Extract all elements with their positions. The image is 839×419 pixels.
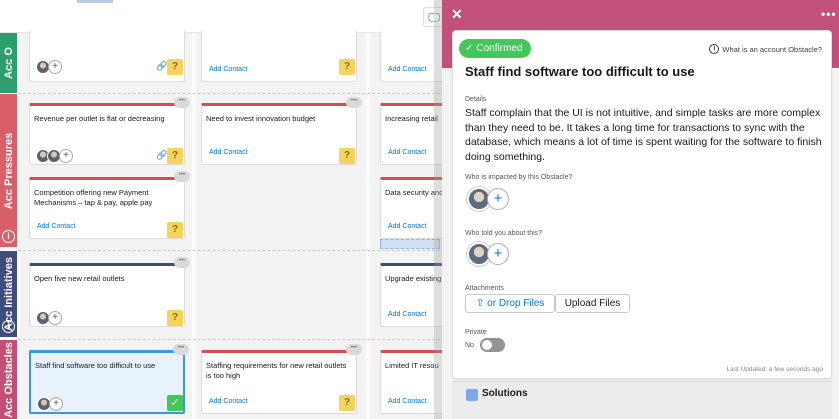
drop-files-button[interactable]: ⇧ or Drop Files	[465, 294, 555, 313]
last-updated: Last Updated: a few seconds ago	[726, 366, 823, 373]
card-menu-button[interactable]: •••	[174, 97, 190, 108]
add-contact-link[interactable]: Add Contact	[209, 149, 248, 156]
attachment-icon: 🔗	[156, 150, 168, 160]
card-menu-button[interactable]: •••	[173, 344, 189, 355]
upload-icon: ⇧	[476, 298, 485, 309]
add-contact-link[interactable]: Add Contact	[37, 223, 76, 230]
help-link[interactable]: i What is an account Obstacle?	[709, 44, 822, 54]
unconfirmed-icon[interactable]: ?	[167, 310, 183, 326]
info-icon: i	[709, 44, 720, 54]
solutions-section[interactable]: Solutions	[452, 381, 832, 419]
obstacle-card[interactable]: ••• Staffing requirements for new retail…	[201, 344, 362, 414]
lane-info-icon[interactable]: i	[2, 230, 15, 243]
private-toggle[interactable]	[480, 338, 505, 352]
lane-divider	[18, 339, 450, 340]
obstacle-card-selected[interactable]: ••• Staff find software too difficult to…	[29, 344, 189, 414]
solutions-icon	[466, 389, 478, 401]
unconfirmed-icon[interactable]: ?	[167, 59, 183, 75]
status-badge[interactable]: ✓ Confirmed	[459, 39, 531, 58]
pressure-card[interactable]: ••• Need to invest innovation budget Add…	[201, 97, 362, 165]
card-title: Competition offering new Payment Mechani…	[34, 188, 153, 207]
add-contact-plus[interactable]: +	[48, 60, 62, 74]
lane-divider	[18, 93, 450, 94]
lane-divider	[18, 250, 450, 251]
solutions-heading: Solutions	[482, 388, 528, 399]
obstacle-detail-card: ✓ Confirmed i What is an account Obstacl…	[452, 30, 832, 379]
confirmed-check-icon[interactable]: ✓	[167, 395, 183, 411]
opportunity-card[interactable]: Add Contact ?	[201, 30, 357, 82]
card-drop-zone[interactable]	[380, 239, 440, 249]
card-title: Need to invest innovation budget	[206, 114, 316, 123]
add-contact-plus[interactable]: +	[48, 311, 62, 325]
pressure-card[interactable]: ••• Revenue per outlet is flat or decrea…	[29, 97, 190, 165]
check-icon: ✓	[465, 43, 474, 54]
toggle-knob	[482, 340, 492, 350]
lane-label-obstacles[interactable]: Acc Obstacles	[0, 340, 17, 419]
told-label: Who told you about this?	[465, 230, 543, 237]
add-contact-plus[interactable]: +	[49, 397, 63, 411]
add-contact-link[interactable]: Add Contact	[388, 398, 427, 405]
card-menu-button[interactable]: •••	[346, 97, 362, 108]
lane-info-icon[interactable]: i	[2, 320, 15, 333]
unconfirmed-icon[interactable]: ?	[339, 59, 355, 75]
unconfirmed-icon[interactable]: ?	[167, 148, 183, 164]
panel-header: ✕ •••	[442, 0, 839, 30]
more-options-icon[interactable]: •••	[821, 7, 837, 21]
pressure-card[interactable]: ••• Competition offering new Payment Mec…	[29, 171, 190, 239]
drop-files-label: or Drop Files	[487, 298, 545, 309]
attachments-label: Attachments	[465, 285, 504, 292]
active-tab-indicator	[77, 0, 113, 3]
card-menu-button[interactable]: •••	[346, 344, 362, 355]
unconfirmed-icon[interactable]: ?	[167, 222, 183, 238]
add-contact-link[interactable]: Add Contact	[388, 311, 427, 318]
add-contact-link[interactable]: Add Contact	[388, 223, 427, 230]
lane-label-opportunities[interactable]: Acc O	[0, 33, 17, 93]
board-toolbar: 🖵	[0, 0, 450, 33]
add-source-contact-button[interactable]: +	[487, 243, 509, 265]
card-title: Staff find software too difficult to use	[35, 361, 156, 370]
unconfirmed-icon[interactable]: ?	[339, 395, 355, 411]
card-title: Revenue per outlet is flat or decreasing	[34, 114, 165, 123]
add-contact-link[interactable]: Add Contact	[388, 66, 427, 73]
impacted-label: Who is impacted by this Obstacle?	[465, 174, 573, 181]
add-contact-link[interactable]: Add Contact	[388, 149, 427, 156]
lane-label-initiatives[interactable]: Acc Initiatives i	[0, 251, 17, 337]
card-title: Open five new retail outlets	[34, 274, 125, 283]
add-contact-link[interactable]: Add Contact	[209, 66, 248, 73]
upload-files-button[interactable]: Upload Files	[555, 294, 630, 313]
details-text[interactable]: Staff complain that the UI is not intuit…	[465, 106, 828, 164]
private-value: No	[465, 342, 474, 349]
attachment-icon: 🔗	[156, 61, 168, 71]
add-impacted-contact-button[interactable]: +	[487, 188, 509, 210]
lane-label-pressures[interactable]: Acc Pressures i	[0, 94, 17, 247]
obstacle-title[interactable]: Staff find software too difficult to use	[465, 64, 695, 79]
status-label: Confirmed	[476, 43, 523, 54]
initiative-card[interactable]: ••• Open five new retail outlets + ?	[29, 257, 190, 327]
close-icon[interactable]: ✕	[451, 7, 463, 21]
opportunity-card[interactable]: + 🔗 ?	[29, 30, 185, 82]
add-contact-plus[interactable]: +	[59, 149, 73, 163]
add-contact-link[interactable]: Add Contact	[209, 398, 248, 405]
card-menu-button[interactable]: •••	[174, 257, 190, 268]
private-label: Private	[465, 329, 487, 336]
unconfirmed-icon[interactable]: ?	[339, 148, 355, 164]
obstacle-detail-panel: ✕ ••• ✓ Confirmed i What is an account O…	[442, 0, 839, 419]
help-link-text: What is an account Obstacle?	[722, 44, 822, 54]
card-menu-button[interactable]: •••	[174, 171, 190, 182]
details-label: Details	[465, 96, 487, 103]
card-title: Staffing requirements for new retail out…	[206, 361, 347, 380]
